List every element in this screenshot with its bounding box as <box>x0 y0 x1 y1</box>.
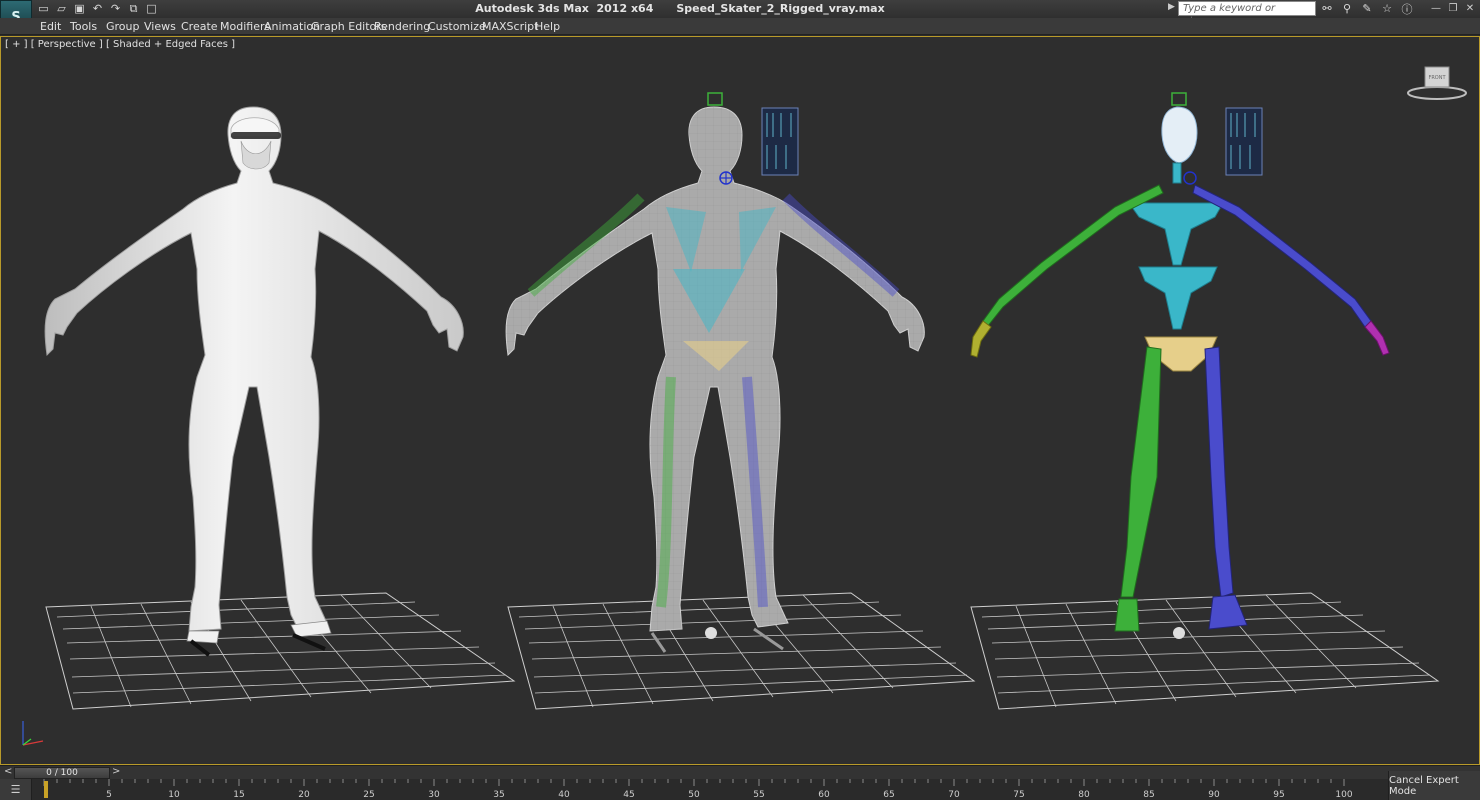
time-next-button[interactable]: > <box>112 766 120 777</box>
timeline-tick-label: 15 <box>233 790 244 800</box>
timeline-tick-label: 65 <box>883 790 894 800</box>
menu-group[interactable]: Group <box>106 20 140 33</box>
menu-rendering[interactable]: Rendering <box>374 20 430 33</box>
timeline-tick-label: 5 <box>106 790 112 800</box>
help-icon[interactable]: ⓘ <box>1400 1 1414 16</box>
binoculars-icon[interactable]: ⚯ <box>1320 1 1334 16</box>
menu-bar: Edit Tools Group Views Create Modifiers … <box>0 18 1480 35</box>
current-frame-marker[interactable] <box>44 781 48 798</box>
timeline-tick-label: 80 <box>1078 790 1090 800</box>
info-center: ⚯ ⚲ ✎ ☆ ⓘ <box>1320 1 1414 16</box>
menu-modifiers[interactable]: Modifiers <box>220 20 270 33</box>
timeline-ruler[interactable]: 5 10 15 20 25 30 35 40 45 50 55 60 65 70 75 80 85 90 95 100 <box>40 779 1388 800</box>
menu-views[interactable]: Views <box>144 20 176 33</box>
communication-center-icon[interactable]: ⚲ <box>1340 1 1354 16</box>
timeline-tick-label: 55 <box>753 790 764 800</box>
timeline-tick-label: 85 <box>1143 790 1154 800</box>
timeline-tick-label: 90 <box>1208 790 1220 800</box>
timeline-tick-label: 40 <box>558 790 570 800</box>
time-prev-button[interactable]: < <box>4 766 12 777</box>
menu-customize[interactable]: Customize <box>428 20 486 33</box>
skater-mesh-wireframe[interactable] <box>505 92 925 653</box>
axis-tripod <box>22 721 44 746</box>
menu-help[interactable]: Help <box>535 20 560 33</box>
timeline-tick-label: 70 <box>948 790 960 800</box>
time-slider-bar: < 0 / 100 > <box>0 765 1480 779</box>
timeline-tick-label: 45 <box>623 790 634 800</box>
minimize-icon[interactable]: — <box>1430 1 1442 15</box>
max-window: ▭ ▱ ▣ ↶ ↷ ⧉ □ Autodesk 3ds Max 2012 x64 … <box>0 0 1480 800</box>
scene-canvas[interactable] <box>1 37 1479 764</box>
ground-grid-center <box>507 592 976 710</box>
viewcube-face-label: FRONT <box>1428 75 1446 81</box>
cancel-expert-mode-button[interactable]: Cancel Expert Mode <box>1388 771 1480 800</box>
skater-mesh-shaded[interactable] <box>44 106 464 657</box>
title-bar: ▭ ▱ ▣ ↶ ↷ ⧉ □ Autodesk 3ds Max 2012 x64 … <box>0 0 1480 27</box>
timeline-tick-label: 20 <box>298 790 310 800</box>
search-input[interactable]: Type a keyword or phrase <box>1178 1 1316 27</box>
ground-grid-left <box>45 592 516 710</box>
timeline-tick-label: 95 <box>1273 790 1284 800</box>
timeline-tick-label: 10 <box>168 790 180 800</box>
timeline-tick-label: 75 <box>1013 790 1024 800</box>
search-expand-icon[interactable]: ▶ <box>1168 2 1175 12</box>
timeline-tick-label: 30 <box>428 790 440 800</box>
menu-create[interactable]: Create <box>181 20 218 33</box>
menu-edit[interactable]: Edit <box>40 20 61 33</box>
restore-icon[interactable]: ❐ <box>1447 1 1459 15</box>
timeline-tick-label: 25 <box>363 790 374 800</box>
viewport-label[interactable]: [ + ] [ Perspective ] [ Shaded + Edged F… <box>5 39 235 50</box>
favorites-icon[interactable]: ✎ <box>1360 1 1374 16</box>
timeline-tick-label: 100 <box>1335 790 1352 800</box>
timeline-tick-label: 35 <box>493 790 504 800</box>
time-slider[interactable]: 0 / 100 <box>14 767 110 779</box>
star-icon[interactable]: ☆ <box>1380 1 1394 16</box>
window-controls: — ❐ ✕ <box>1430 1 1476 15</box>
close-icon[interactable]: ✕ <box>1464 1 1476 15</box>
mini-curve-editor-icon[interactable]: ☰ <box>0 779 32 800</box>
timeline-tick-label: 50 <box>688 790 700 800</box>
menu-tools[interactable]: Tools <box>70 20 97 33</box>
perspective-viewport[interactable]: [ + ] [ Perspective ] [ Shaded + Edged F… <box>0 36 1480 765</box>
skater-biped-rig[interactable] <box>970 92 1390 639</box>
track-bar: ☰ 5 10 15 20 25 30 35 40 45 50 55 60 65 70 75 80 85 90 95 1… <box>0 779 1388 800</box>
ground-grid-right <box>970 592 1440 710</box>
viewcube[interactable]: FRONT <box>1405 63 1469 103</box>
timeline-tick-label: 60 <box>818 790 830 800</box>
menu-maxscript[interactable]: MAXScript <box>482 20 538 33</box>
window-title: Autodesk 3ds Max 2012 x64 Speed_Skater_2… <box>475 2 885 15</box>
